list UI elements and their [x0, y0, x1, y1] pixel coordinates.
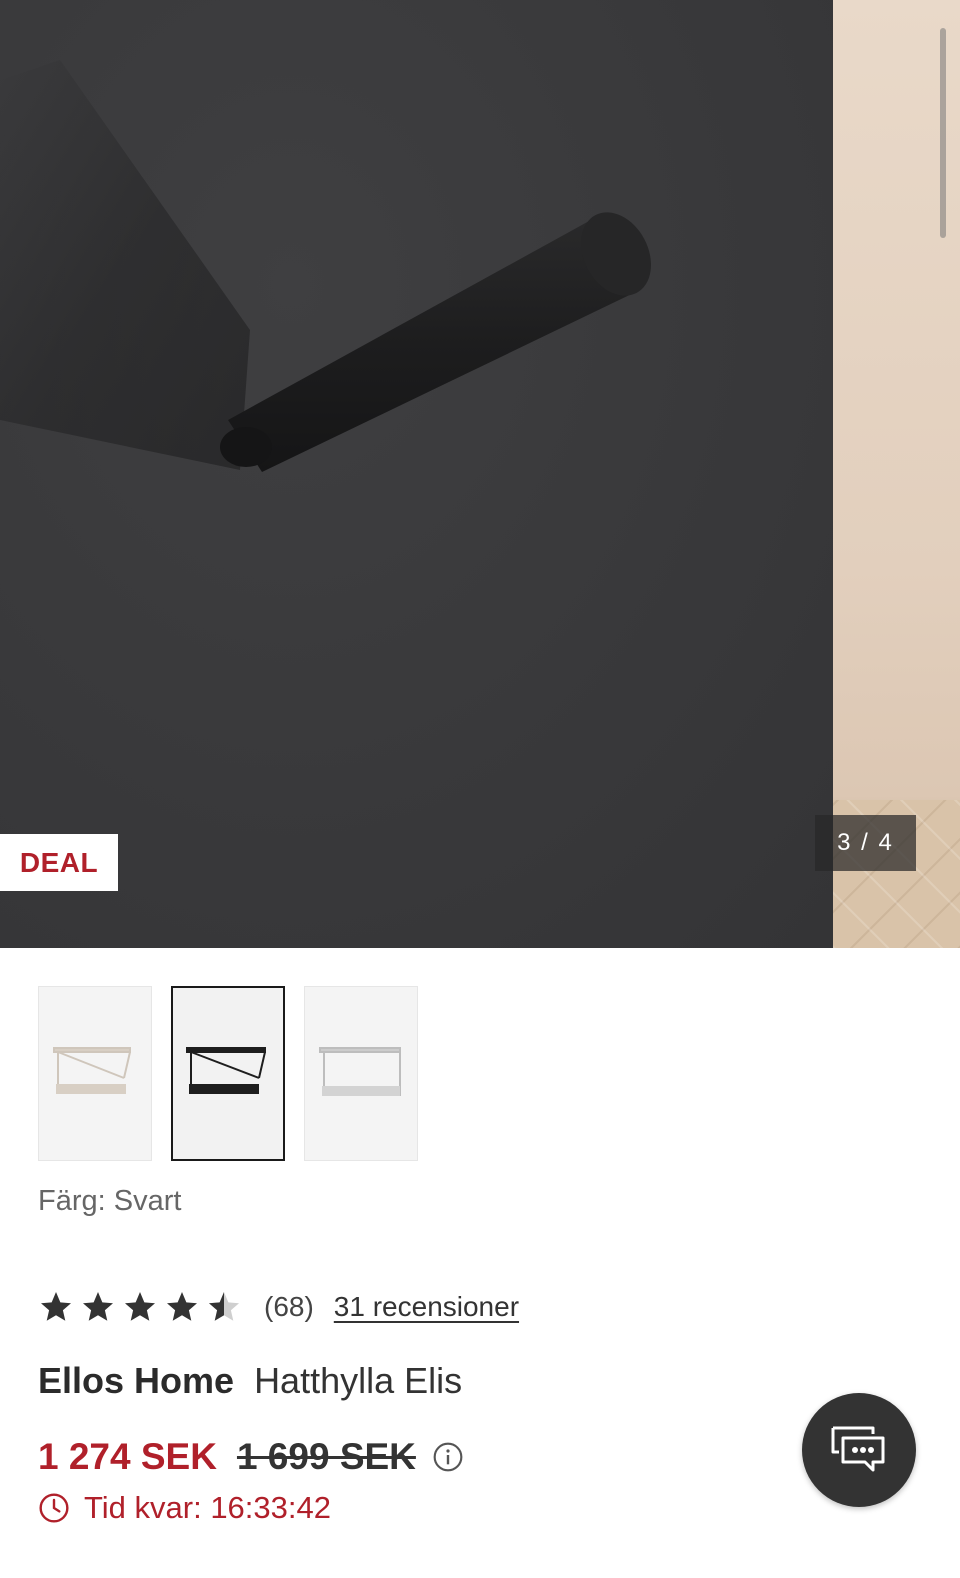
rating-row: (68) 31 recensioner	[38, 1284, 519, 1330]
deal-timer-text: Tid kvar: 16:33:42	[84, 1490, 331, 1525]
chat-button[interactable]	[802, 1393, 916, 1507]
color-thumbnails	[38, 986, 418, 1161]
star-icon	[125, 1292, 155, 1321]
shelf-beige-image	[53, 1046, 131, 1094]
product-image-gallery[interactable]: DEAL 3 / 4	[0, 0, 960, 948]
product-image-current[interactable]	[0, 0, 833, 948]
thumbnail-light-grey[interactable]	[304, 986, 418, 1161]
current-price: 1 274 SEK	[38, 1436, 217, 1477]
shelf-black-image	[186, 1046, 266, 1094]
star-icon	[167, 1292, 197, 1321]
deal-badge: DEAL	[0, 834, 118, 891]
product-name: Hatthylla Elis	[254, 1360, 463, 1401]
brand-name[interactable]: Ellos Home	[38, 1360, 234, 1402]
thumbnail-beige[interactable]	[38, 986, 152, 1161]
info-icon[interactable]	[432, 1441, 464, 1473]
star-rating	[38, 1289, 242, 1325]
star-icon	[41, 1292, 71, 1321]
rating-count: (68)	[264, 1291, 314, 1322]
scrollbar[interactable]	[940, 28, 946, 238]
chat-icon	[831, 1426, 885, 1472]
product-title: Ellos Home Hatthylla Elis	[38, 1360, 462, 1402]
original-price: 1 699 SEK	[236, 1436, 416, 1477]
hook-detail-image	[0, 60, 652, 472]
half-star-icon	[209, 1292, 239, 1321]
star-icon	[83, 1292, 113, 1321]
reviews-link[interactable]: 31 recensioner	[334, 1291, 519, 1323]
shelf-grey-image	[319, 1046, 401, 1096]
thumbnail-black[interactable]	[171, 986, 285, 1161]
price-row: 1 274 SEK 1 699 SEK	[38, 1436, 464, 1478]
image-counter: 3 / 4	[815, 815, 916, 871]
selected-color-label: Färg: Svart	[38, 1185, 182, 1217]
deal-timer: Tid kvar: 16:33:42	[38, 1490, 331, 1526]
clock-icon	[39, 1493, 69, 1523]
